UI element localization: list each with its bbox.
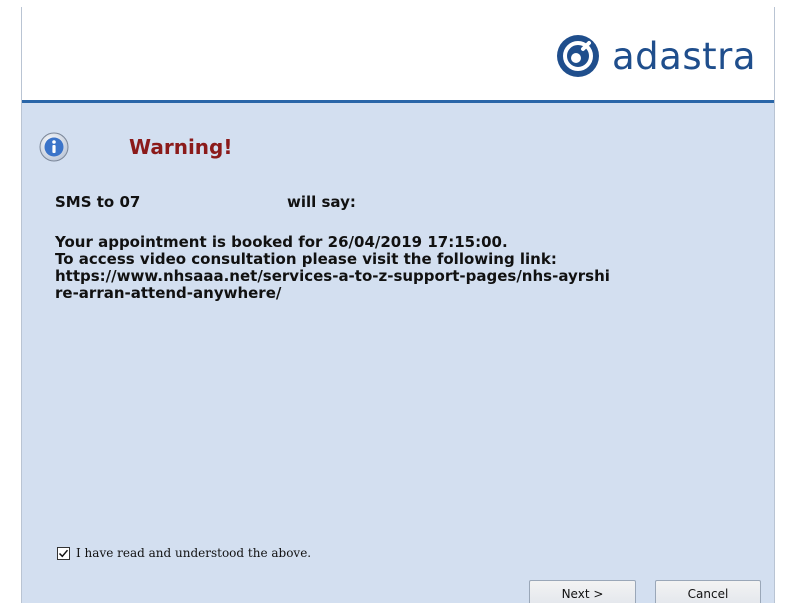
- acknowledge-row[interactable]: I have read and understood the above.: [57, 546, 311, 560]
- acknowledge-label: I have read and understood the above.: [76, 546, 312, 560]
- acknowledge-checkbox[interactable]: [57, 546, 70, 560]
- message-line: re-arran-attend-anywhere/: [55, 284, 282, 302]
- info-icon: [39, 132, 69, 162]
- dialog-content: Warning! SMS to 07 will say: Your appoin…: [22, 103, 774, 603]
- sms-message: Your appointment is booked for 26/04/201…: [55, 234, 755, 302]
- message-line: https://www.nhsaaa.net/services-a-to-z-s…: [55, 267, 610, 285]
- cancel-button[interactable]: Cancel: [655, 580, 761, 603]
- header: adastra: [22, 7, 774, 100]
- warning-title: Warning!: [129, 135, 233, 159]
- will-say-label: will say:: [287, 193, 356, 211]
- checkmark-icon: [58, 549, 69, 557]
- logo-text: adastra: [611, 34, 756, 78]
- sms-recipient-label: SMS to 07: [55, 193, 141, 211]
- adastra-logo: adastra: [556, 33, 756, 79]
- message-line: Your appointment is booked for 26/04/201…: [55, 233, 508, 251]
- adastra-logo-icon: [556, 35, 599, 77]
- dialog-window: adastra Warning! SMS to 07 will say: You…: [21, 7, 775, 603]
- next-button[interactable]: Next >: [529, 580, 636, 603]
- message-line: To access video consultation please visi…: [55, 250, 557, 268]
